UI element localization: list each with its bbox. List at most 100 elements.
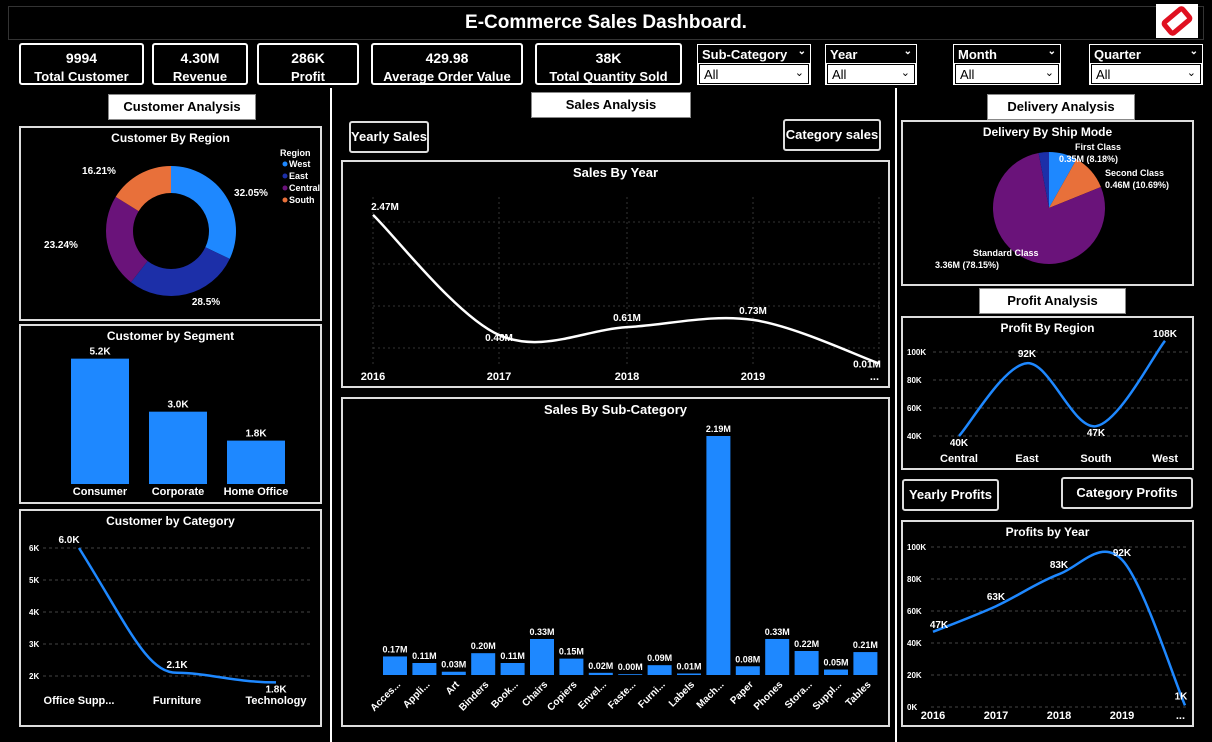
chevron-down-icon[interactable]: ⌄	[798, 46, 806, 57]
y-tick-label: 3K	[29, 640, 39, 649]
legend-item: West	[289, 159, 310, 169]
data-label: 47K	[930, 620, 949, 631]
panel-sales-by-subcategory: Sales By Sub-Category 0.17M Acces... 0.11M…	[341, 397, 890, 727]
data-label: 47K	[1087, 428, 1106, 439]
profits-by-year-chart: 0K 20K 40K 60K 80K 100K 47K 63K 83K 92K 1K 2016 2017…	[907, 543, 1189, 722]
bar	[227, 440, 285, 484]
data-label: 2.19M	[706, 424, 731, 434]
kpi-value: 4.30M	[180, 50, 220, 66]
data-label: 0.09M	[647, 653, 672, 663]
customer-by-segment-chart: 5.2K Consumer 3.0K Corporate 1.8K Home Office	[71, 347, 288, 498]
kpi-value: 286K	[291, 50, 325, 66]
data-label: 83K	[1050, 560, 1069, 571]
bar	[412, 662, 437, 675]
kpi-total-quantity-sold: 38K Total Quantity Sold	[535, 43, 682, 85]
data-label: 92K	[1113, 548, 1132, 559]
data-label: 1.8K	[245, 429, 267, 440]
chevron-down-icon[interactable]: ⌄	[1045, 66, 1054, 79]
x-tick-label: Furni...	[636, 679, 668, 711]
data-label: 0.17M	[382, 644, 407, 654]
data-label: 0.00M	[618, 662, 643, 672]
legend-dot	[282, 161, 288, 167]
slice-label: 16.21%	[82, 166, 116, 177]
data-label: 0.15M	[559, 647, 584, 657]
x-tick-label: Tables	[844, 679, 874, 709]
panel-profits-by-year: Profits by Year 0K 20K 40K 60K 80K 100K 47K 63K…	[901, 520, 1194, 727]
panel-delivery-by-ship-mode: Delivery By Ship Mode First Class 0.35M (…	[901, 120, 1194, 286]
panel-sales-by-year: Sales By Year 2.47M 0.48M 0.61M 0.73M 0.01M 2…	[341, 160, 890, 388]
page-title: E-Commerce Sales Dashboard.	[465, 12, 747, 33]
chevron-down-icon[interactable]: ⌄	[795, 66, 804, 79]
legend-item: East	[289, 171, 308, 181]
category-sales-button[interactable]: Category sales	[783, 119, 881, 151]
x-tick-label: Appli...	[401, 679, 433, 711]
y-tick-label: 100K	[907, 348, 926, 357]
kpi-label: Revenue	[172, 69, 228, 84]
kpi-value: 38K	[595, 50, 622, 66]
slicer-quarter[interactable]: Quarter ⌄ All ⌄	[1089, 44, 1203, 85]
kpi-profit: 286K Profit	[257, 43, 359, 85]
kpi-total-customer: 9994 Total Customer	[19, 43, 144, 85]
x-tick-label: ...	[1176, 710, 1185, 722]
app-logo[interactable]	[1156, 4, 1198, 38]
y-tick-label: 2K	[29, 672, 39, 681]
section-sales-analysis: Sales Analysis	[531, 92, 691, 118]
series-line	[372, 213, 880, 365]
x-tick-label: Labels	[667, 679, 697, 709]
slicer-sub-category[interactable]: Sub-Category ⌄ All ⌄	[697, 44, 811, 85]
chevron-down-icon[interactable]: ⌄	[1190, 46, 1198, 57]
chevron-down-icon[interactable]: ⌄	[1048, 46, 1056, 57]
donut-slice-east	[130, 247, 230, 296]
slice-label: 28.5%	[192, 297, 220, 308]
x-tick-label: Stora...	[783, 679, 815, 711]
y-tick-label: 5K	[29, 576, 39, 585]
x-tick-label: Book...	[489, 679, 521, 711]
y-tick-label: 0K	[907, 703, 917, 712]
data-label: 0.02M	[588, 661, 613, 671]
data-label: 5.2K	[89, 347, 111, 358]
bar	[853, 652, 878, 675]
kpi-label: Total Quantity Sold	[549, 69, 668, 84]
data-label: 3.0K	[167, 400, 189, 411]
x-tick-label: West	[1152, 453, 1178, 465]
yearly-profits-button[interactable]: Yearly Profits	[902, 479, 999, 511]
category-profits-button[interactable]: Category Profits	[1061, 477, 1193, 509]
y-tick-label: 20K	[907, 671, 922, 680]
data-label: 92K	[1018, 349, 1037, 360]
bar	[71, 358, 129, 484]
yearly-sales-button[interactable]: Yearly Sales	[349, 121, 429, 153]
kpi-label: Average Order Value	[383, 69, 511, 84]
slicer-value: All	[832, 67, 847, 82]
data-label: 40K	[950, 438, 969, 449]
data-label: 1K	[1175, 691, 1189, 702]
x-tick-label: Central	[940, 453, 978, 465]
bar	[530, 638, 554, 675]
kpi-revenue: 4.30M Revenue	[152, 43, 248, 85]
kpi-label: Total Customer	[34, 69, 129, 84]
x-tick-label: Office Supp...	[44, 695, 115, 707]
legend-item: Central	[289, 183, 320, 193]
chevron-down-icon[interactable]: ⌄	[904, 46, 912, 57]
x-tick-label: 2019	[1110, 710, 1134, 722]
data-label: 0.33M	[529, 627, 554, 637]
logo-icon	[1161, 6, 1193, 36]
panel-customer-by-segment: Customer by Segment 5.2K Consumer 3.0K Corp…	[19, 324, 322, 504]
legend-dot	[282, 173, 288, 179]
chevron-down-icon[interactable]: ⌄	[901, 66, 910, 79]
bar	[471, 653, 496, 675]
profit-by-region-chart: 40K 60K 80K 100K 40K 92K 47K 108K Central East Sou…	[907, 329, 1188, 465]
bar	[588, 672, 613, 675]
slicer-label: Month	[958, 47, 997, 62]
column-divider	[895, 88, 897, 742]
x-tick-label: Faste...	[606, 679, 638, 711]
slicer-year[interactable]: Year ⌄ All ⌄	[825, 44, 917, 85]
slice-category-label: Standard Class	[973, 248, 1039, 258]
chevron-down-icon[interactable]: ⌄	[1187, 66, 1196, 79]
x-tick-label: 2018	[615, 371, 639, 383]
bar	[618, 674, 643, 675]
slicer-month[interactable]: Month ⌄ All ⌄	[953, 44, 1061, 85]
customer-by-region-chart: 32.05% 28.5% 23.24% 16.21% RegionWest East Cen…	[44, 148, 320, 308]
x-tick-label: 2019	[741, 371, 765, 383]
bar	[794, 650, 819, 675]
data-label: 2.1K	[166, 660, 188, 671]
